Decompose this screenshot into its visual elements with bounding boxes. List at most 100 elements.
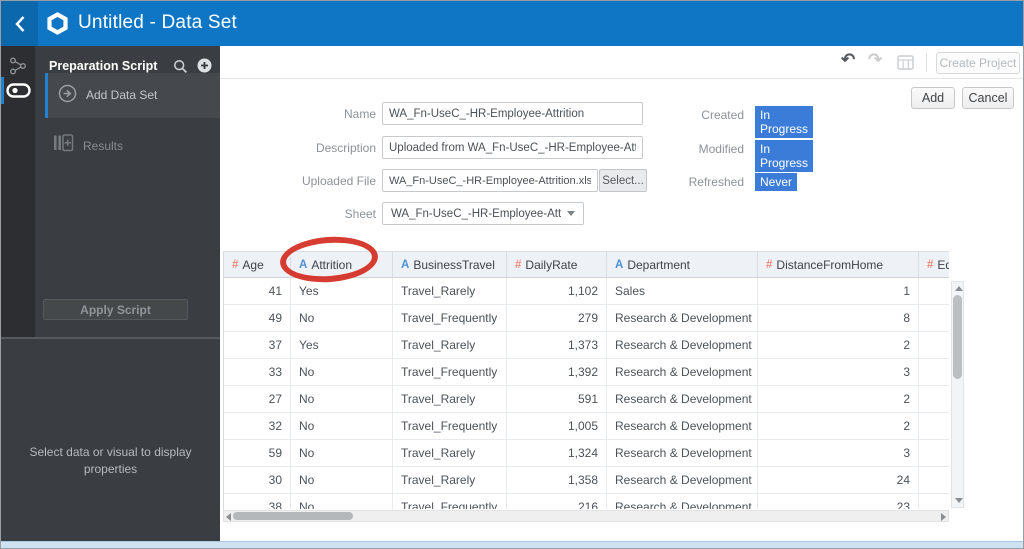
horizontal-scrollbar-thumb[interactable] xyxy=(233,512,353,520)
undo-icon[interactable]: ↶ xyxy=(841,50,855,70)
toolbar-separator xyxy=(926,53,927,72)
uploaded-file-label: Uploaded File xyxy=(301,174,376,188)
number-type-icon: # xyxy=(927,258,934,271)
table-cell xyxy=(919,278,949,304)
window-bottom-edge xyxy=(1,541,1023,548)
table-cell: Travel_Frequently xyxy=(393,359,507,385)
vertical-scrollbar-thumb[interactable] xyxy=(953,295,962,379)
table-cell: 32 xyxy=(224,413,291,439)
sidebar-item-add-data-set[interactable]: Add Data Set xyxy=(45,73,220,118)
table-cell: Research & Development xyxy=(607,305,758,331)
apply-script-button[interactable]: Apply Script xyxy=(43,299,188,320)
table-cell: 37 xyxy=(224,332,291,358)
create-project-button[interactable]: Create Project xyxy=(936,52,1020,74)
scroll-left-arrow[interactable] xyxy=(226,513,231,521)
main-content: ↶ ↷ Create Project Add Cancel Name Descr… xyxy=(220,46,1023,541)
column-header-label: DistanceFromHome xyxy=(776,257,884,272)
sidebar-item-label: Results xyxy=(83,139,124,153)
table-cell: No xyxy=(291,413,393,439)
column-header-businesstravel[interactable]: A BusinessTravel xyxy=(393,252,507,277)
table-cell: 1,324 xyxy=(507,440,607,466)
data-flow-icon[interactable] xyxy=(6,82,31,104)
scroll-down-arrow[interactable] xyxy=(955,498,963,503)
sheet-dropdown-value: WA_Fn-UseC_-HR-Employee-Attriti xyxy=(391,207,561,220)
refreshed-value-badge: Never xyxy=(755,173,798,191)
table-cell: 23 xyxy=(758,494,919,509)
table-cell: 1,392 xyxy=(507,359,607,385)
back-chevron-icon xyxy=(14,15,24,32)
number-type-icon: # xyxy=(766,258,773,271)
sheet-dropdown[interactable]: WA_Fn-UseC_-HR-Employee-Attriti xyxy=(382,202,584,225)
table-cell xyxy=(919,440,949,466)
redo-icon[interactable]: ↷ xyxy=(868,50,882,70)
column-header-label: Age xyxy=(242,257,264,272)
column-header-department[interactable]: A Department xyxy=(607,252,758,277)
table-cell: No xyxy=(291,359,393,385)
created-label: Created xyxy=(701,108,744,122)
sheet-label: Sheet xyxy=(344,207,376,221)
cancel-button[interactable]: Cancel xyxy=(962,87,1014,109)
properties-placeholder-message: Select data or visual to display propert… xyxy=(29,445,192,476)
connections-icon[interactable] xyxy=(8,56,28,81)
table-row: 30 No Travel_Rarely 1,358 Research & Develop… xyxy=(224,467,949,494)
table-cell: 1 xyxy=(758,278,919,304)
table-cell: 1,358 xyxy=(507,467,607,493)
description-input[interactable] xyxy=(382,136,643,159)
horizontal-scrollbar[interactable] xyxy=(223,510,949,522)
column-header-attrition[interactable]: A Attrition xyxy=(291,252,393,277)
table-cell: No xyxy=(291,494,393,509)
column-header-label: DailyRate xyxy=(525,257,578,272)
table-cell: 24 xyxy=(758,467,919,493)
table-row: 41 Yes Travel_Rarely 1,102 Sales 1 xyxy=(224,278,949,305)
table-cell: No xyxy=(291,386,393,412)
vertical-scrollbar[interactable] xyxy=(951,281,964,508)
column-header-label: BusinessTravel xyxy=(413,257,495,272)
table-cell: 49 xyxy=(224,305,291,331)
column-header-label: Department xyxy=(627,257,691,272)
text-type-icon: A xyxy=(615,258,624,271)
column-header-distancefromhome[interactable]: # DistanceFromHome xyxy=(758,252,919,277)
table-cell: No xyxy=(291,305,393,331)
column-header-edu[interactable]: #Edu xyxy=(919,252,949,277)
table-cell: No xyxy=(291,440,393,466)
sidebar-item-label: Add Data Set xyxy=(86,88,158,102)
left-icon-strip xyxy=(1,46,35,337)
name-input[interactable] xyxy=(382,102,643,125)
table-cell: 2 xyxy=(758,386,919,412)
scroll-up-arrow[interactable] xyxy=(955,286,963,291)
table-cell: 59 xyxy=(224,440,291,466)
application-window: Untitled - Data Set Preparation Script A… xyxy=(0,0,1024,549)
sidebar-divider xyxy=(1,337,220,339)
table-cell xyxy=(919,305,949,331)
column-header-dailyrate[interactable]: # DailyRate xyxy=(507,252,607,277)
column-header-age[interactable]: # Age xyxy=(224,252,291,277)
name-label: Name xyxy=(343,107,376,121)
inspect-icon[interactable] xyxy=(897,55,914,75)
table-cell: No xyxy=(291,467,393,493)
add-button[interactable]: Add xyxy=(911,87,955,109)
table-header-row: # Age A Attrition A BusinessTravel # DailyRate A… xyxy=(224,251,949,278)
table-row: 27 No Travel_Rarely 591 Research & Developme… xyxy=(224,386,949,413)
table-cell: 2 xyxy=(758,413,919,439)
table-cell: 33 xyxy=(224,359,291,385)
table-row: 32 No Travel_Frequently 1,005 Research & Dev… xyxy=(224,413,949,440)
uploaded-file-input[interactable] xyxy=(382,169,598,192)
sidebar-item-results[interactable]: Results xyxy=(45,130,220,162)
table-cell: 2 xyxy=(758,332,919,358)
modified-value-badge: In Progress xyxy=(755,140,814,172)
refreshed-label: Refreshed xyxy=(688,175,744,189)
table-cell: Travel_Rarely xyxy=(393,440,507,466)
table-cell xyxy=(919,413,949,439)
description-label: Description xyxy=(315,141,376,155)
table-cell: 3 xyxy=(758,359,919,385)
table-cell: Travel_Rarely xyxy=(393,332,507,358)
table-cell: Research & Development xyxy=(607,494,758,509)
scroll-right-arrow[interactable] xyxy=(941,513,946,521)
back-button[interactable] xyxy=(1,1,38,46)
number-type-icon: # xyxy=(232,258,239,271)
table-cell: Travel_Frequently xyxy=(393,413,507,439)
table-cell xyxy=(919,494,949,509)
table-cell: 216 xyxy=(507,494,607,509)
table-cell: Travel_Rarely xyxy=(393,467,507,493)
number-type-icon: # xyxy=(515,258,522,271)
